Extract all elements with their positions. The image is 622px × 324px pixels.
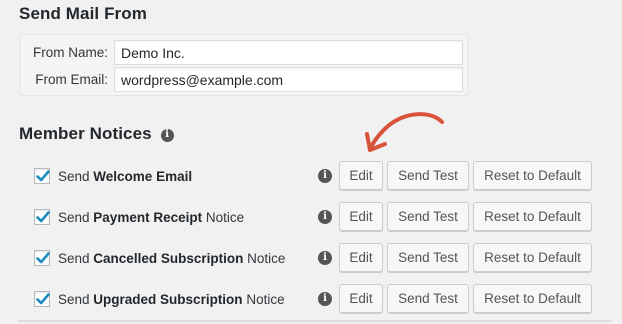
notice-label: Send Cancelled Subscription Notice <box>58 250 286 266</box>
welcome-email-checkbox[interactable] <box>34 168 50 184</box>
send-test-button[interactable]: Send Test <box>387 284 469 313</box>
divider <box>18 320 612 322</box>
checkmark-icon <box>36 293 50 305</box>
edit-button[interactable]: Edit <box>339 284 383 313</box>
from-email-label: From Email: <box>35 72 108 87</box>
send-test-button[interactable]: Send Test <box>387 202 469 231</box>
cancelled-subscription-checkbox[interactable] <box>34 250 50 266</box>
send-mail-from-heading: Send Mail From <box>19 4 147 23</box>
member-notices-heading: Member Notices i <box>19 124 174 144</box>
info-icon[interactable]: i <box>318 169 332 183</box>
from-name-label: From Name: <box>32 45 108 60</box>
upgraded-subscription-checkbox[interactable] <box>34 291 50 307</box>
edit-button[interactable]: Edit <box>339 202 383 231</box>
annotation-arrow-icon <box>365 112 444 152</box>
member-notices-title: Member Notices <box>19 124 152 143</box>
notice-row-cancelled-subscription: Send Cancelled Subscription Notice i Edi… <box>34 243 594 273</box>
info-icon[interactable]: i <box>318 210 332 224</box>
reset-to-default-button[interactable]: Reset to Default <box>473 243 592 272</box>
checkmark-icon <box>36 211 50 223</box>
notice-label: Send Welcome Email <box>58 168 193 184</box>
edit-button[interactable]: Edit <box>339 161 383 190</box>
info-icon[interactable]: i <box>318 292 332 306</box>
from-name-field[interactable] <box>114 40 463 65</box>
edit-button[interactable]: Edit <box>339 243 383 272</box>
notice-row-payment-receipt: Send Payment Receipt Notice i Edit Send … <box>34 202 594 232</box>
notice-row-welcome: Send Welcome Email i Edit Send Test Rese… <box>34 161 594 191</box>
reset-to-default-button[interactable]: Reset to Default <box>473 284 592 313</box>
info-icon[interactable]: i <box>318 251 332 265</box>
payment-receipt-checkbox[interactable] <box>34 209 50 225</box>
checkmark-icon <box>36 252 50 264</box>
reset-to-default-button[interactable]: Reset to Default <box>473 202 592 231</box>
checkmark-icon <box>36 170 50 182</box>
send-test-button[interactable]: Send Test <box>387 161 469 190</box>
from-email-row: From Email: <box>21 67 467 92</box>
send-mail-from-box: From Name: From Email: <box>20 34 468 96</box>
info-icon[interactable]: i <box>160 128 174 142</box>
notice-row-upgraded-subscription: Send Upgraded Subscription Notice i Edit… <box>34 284 594 314</box>
send-test-button[interactable]: Send Test <box>387 243 469 272</box>
reset-to-default-button[interactable]: Reset to Default <box>473 161 592 190</box>
from-name-row: From Name: <box>21 40 467 65</box>
notice-label: Send Upgraded Subscription Notice <box>58 291 285 307</box>
notice-label: Send Payment Receipt Notice <box>58 209 245 225</box>
from-email-field[interactable] <box>114 67 463 92</box>
